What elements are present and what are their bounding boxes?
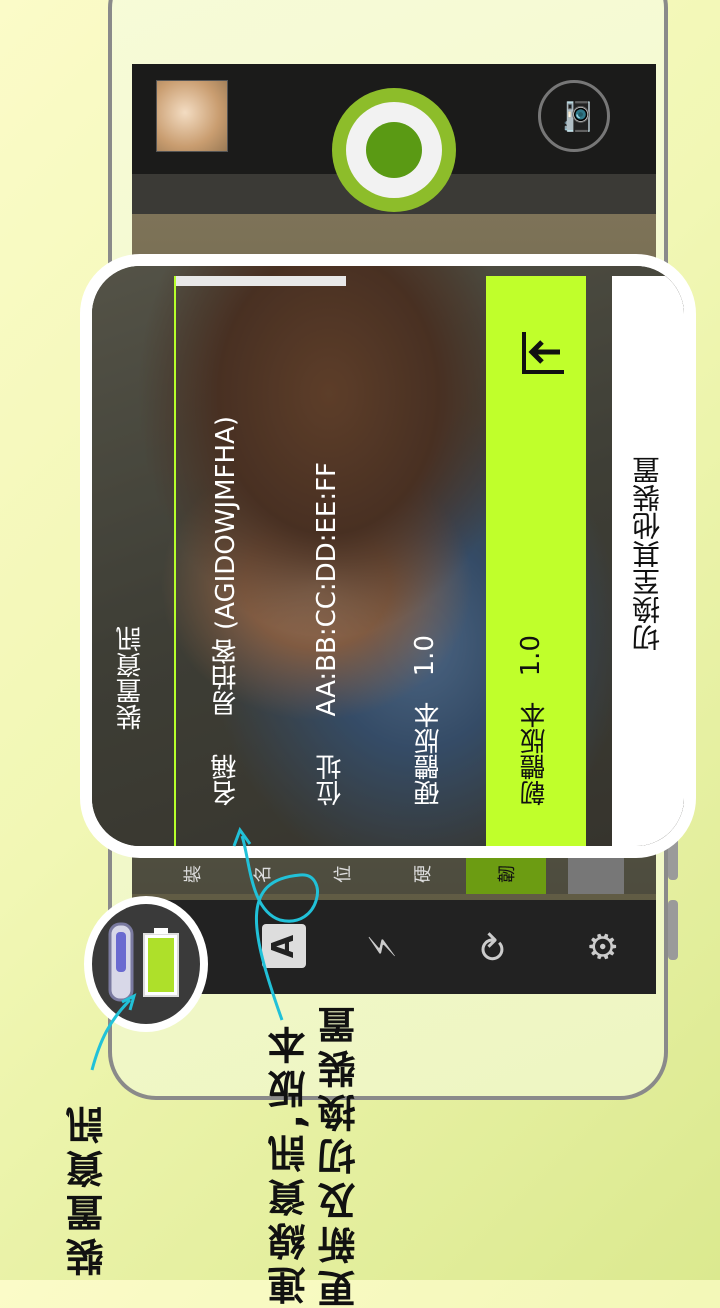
annotation-connection-line2: 更新及切換裝置 bbox=[318, 1000, 362, 1308]
menu-item-label: 名 bbox=[253, 865, 274, 883]
card-shade bbox=[92, 266, 684, 846]
shutter-button[interactable] bbox=[332, 88, 456, 212]
menu-strip: 裝 名 位 硬 韌 bbox=[132, 854, 656, 894]
download-icon[interactable] bbox=[520, 328, 568, 376]
flash-icon[interactable]: ⚡ bbox=[358, 920, 410, 972]
device-status-circle[interactable] bbox=[84, 896, 208, 1032]
menu-item-address[interactable]: 位 bbox=[312, 854, 372, 894]
menu-item-label: 硬 bbox=[413, 865, 434, 883]
firmware-label: 韌體版本 bbox=[520, 702, 550, 806]
rotate-camera-icon[interactable]: ⟳ bbox=[468, 920, 520, 972]
camera-bottom-bar: A ⚡ ⟳ ⚙ bbox=[132, 900, 656, 994]
annotation-device-info: 裝置資訊 bbox=[66, 1100, 110, 1276]
menu-item-label: 位 bbox=[333, 865, 354, 883]
card-title: 裝置資訊 bbox=[116, 626, 146, 730]
menu-item-device[interactable]: 裝 bbox=[162, 854, 222, 894]
gear-icon: ⚙ bbox=[583, 929, 625, 963]
menu-item-switch[interactable] bbox=[568, 854, 624, 894]
switch-device-label: 切換至其他裝置 bbox=[631, 456, 664, 652]
shutter-core bbox=[366, 122, 422, 178]
address-value: AA:BB:CC:DD:EE:FF bbox=[312, 461, 342, 716]
camera-switch-button[interactable]: 📷 bbox=[538, 80, 610, 152]
flash-glyph-icon: ⚡ bbox=[363, 933, 405, 959]
settings-gear-icon[interactable]: ⚙ bbox=[578, 920, 630, 972]
camera-icon: 📷 bbox=[557, 98, 591, 134]
name-value: 易拍客 (AGIDOWJMFHA) bbox=[211, 415, 241, 716]
menu-item-label: 韌 bbox=[497, 865, 518, 883]
battery-icon bbox=[108, 922, 179, 1002]
menu-item-name[interactable]: 名 bbox=[232, 854, 292, 894]
device-info-card: 裝置資訊 名稱 易拍客 (AGIDOWJMFHA) 位址 AA:BB:CC:DD… bbox=[80, 254, 696, 858]
annotation-connection-line1: 連線資訊,版本 bbox=[268, 1020, 312, 1305]
firmware-value: 1.0 bbox=[516, 634, 546, 676]
title-divider bbox=[174, 276, 176, 846]
auto-mode-icon[interactable]: A bbox=[262, 924, 306, 968]
shutter-ring bbox=[346, 102, 442, 198]
gallery-thumbnail[interactable] bbox=[156, 80, 228, 152]
hardware-label: 硬體版本 bbox=[414, 702, 444, 806]
rotate-glyph-icon: ⟳ bbox=[473, 930, 515, 962]
menu-item-label: 裝 bbox=[183, 865, 204, 883]
name-label: 名稱 bbox=[211, 754, 241, 806]
hardware-value: 1.0 bbox=[410, 634, 440, 676]
menu-item-firmware[interactable]: 韌 bbox=[466, 854, 546, 894]
progress-bar bbox=[176, 276, 346, 286]
phone-side-button bbox=[668, 900, 678, 960]
auto-mode-label: A bbox=[266, 934, 302, 958]
menu-item-hardware[interactable]: 硬 bbox=[392, 854, 452, 894]
address-label: 位址 bbox=[316, 754, 346, 806]
